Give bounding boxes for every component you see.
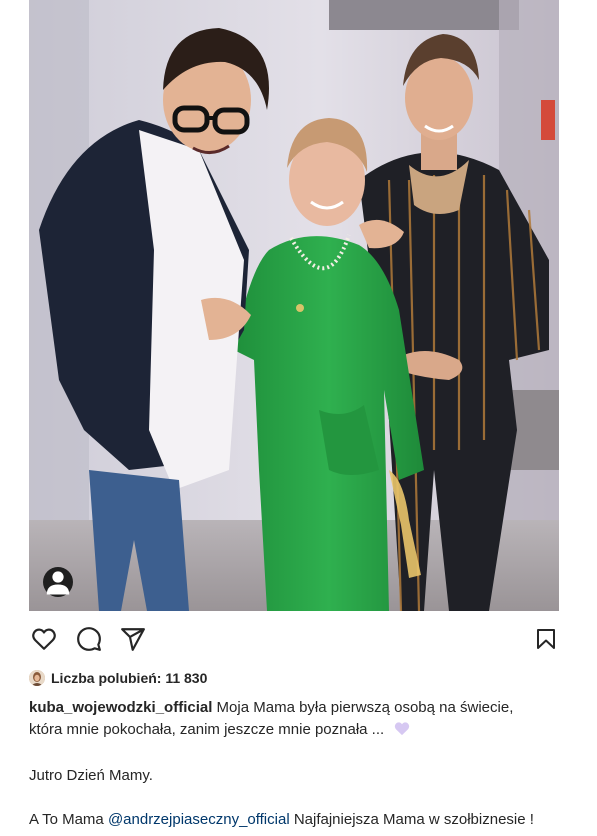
share-button[interactable] — [118, 624, 148, 654]
caption-line-1: kuba_wojewodzki_official Moja Mama była … — [29, 697, 564, 719]
caption-mention-link[interactable]: @andrzejpiaseczny_official — [108, 811, 290, 828]
caption-text-4-prefix: A To Mama — [29, 811, 108, 828]
paper-plane-icon — [121, 628, 145, 651]
post-photo[interactable] — [29, 0, 559, 611]
caption-spacer-2 — [29, 787, 564, 809]
likes-summary[interactable]: Liczba polubień: 11 830 — [29, 668, 207, 688]
photo-illustration — [29, 0, 559, 611]
bookmark-icon — [537, 629, 555, 649]
light-purple-heart-icon — [394, 721, 410, 743]
caption-spacer-1 — [29, 743, 564, 765]
person-icon — [46, 571, 70, 595]
caption-text-4-suffix: Najfajniejsza Mama w szołbiznesie ! — [289, 811, 534, 828]
caption-username[interactable]: kuba_wojewodzki_official — [29, 699, 212, 716]
likes-count-text: Liczba polubień: 11 830 — [51, 670, 208, 686]
caption-line-3: Jutro Dzień Mamy. — [29, 765, 564, 787]
comment-button[interactable] — [74, 624, 104, 654]
caption-text-2: która mnie pokochała, zanim jeszcze mnie… — [29, 721, 389, 738]
heart-outline-icon — [32, 628, 56, 650]
like-button[interactable] — [29, 624, 59, 654]
post-action-bar — [29, 624, 559, 658]
liker-avatar — [29, 670, 45, 686]
post-caption: kuba_wojewodzki_official Moja Mama była … — [29, 697, 564, 831]
caption-line-4: A To Mama @andrzejpiaseczny_official Naj… — [29, 809, 564, 831]
instagram-post: Liczba polubień: 11 830 kuba_wojewodzki_… — [0, 0, 597, 836]
caption-line-2: która mnie pokochała, zanim jeszcze mnie… — [29, 719, 564, 743]
liker-avatar-image — [29, 670, 45, 686]
comment-icon — [77, 627, 101, 651]
save-button[interactable] — [531, 624, 561, 654]
caption-text-3: Jutro Dzień Mamy. — [29, 767, 153, 784]
tagged-people-button[interactable] — [43, 567, 73, 597]
caption-text-1: Moja Mama była pierwszą osobą na świecie… — [212, 699, 514, 716]
